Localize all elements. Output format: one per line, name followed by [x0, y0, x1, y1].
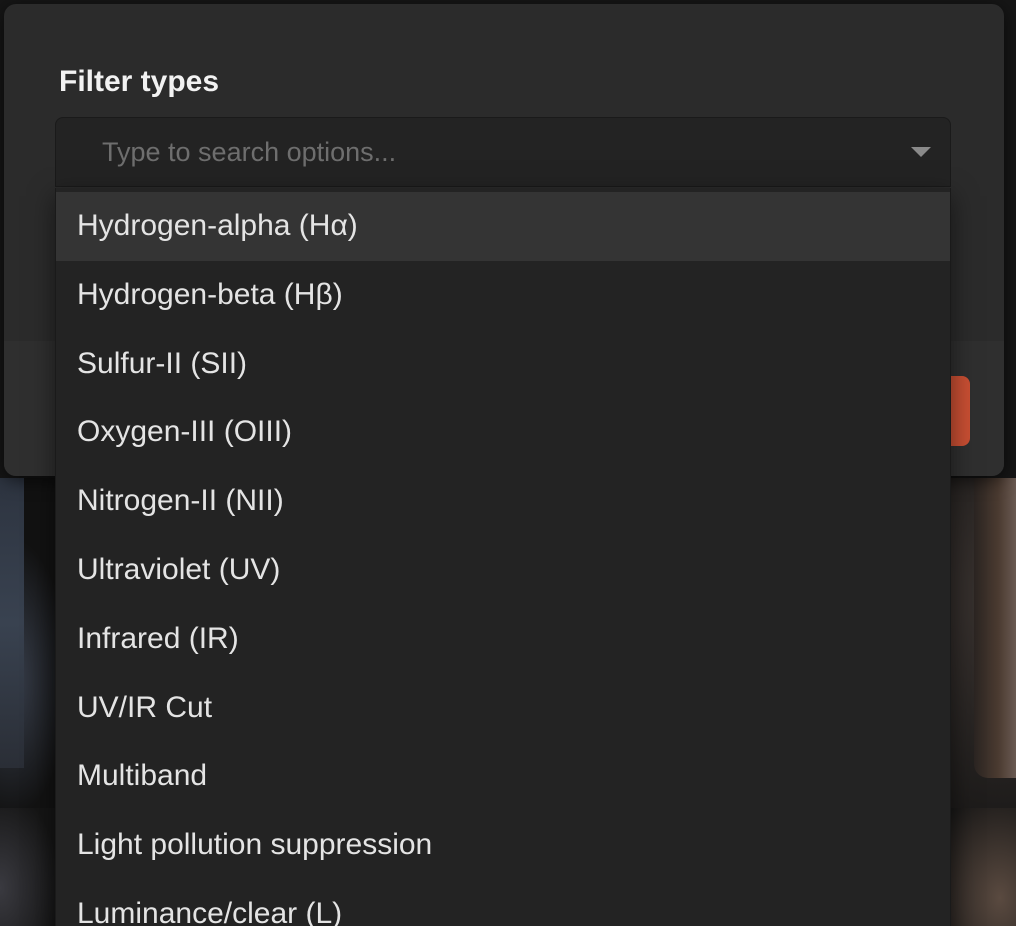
dropdown-option[interactable]: Luminance/clear (L): [56, 880, 950, 926]
options-dropdown: Hydrogen-alpha (Hα) Hydrogen-beta (Hβ) Sul…: [55, 188, 951, 926]
dropdown-option[interactable]: Ultraviolet (UV): [56, 536, 950, 605]
background-image-card-left[interactable]: [0, 478, 24, 768]
dropdown-option[interactable]: Hydrogen-alpha (Hα): [56, 192, 950, 261]
dropdown-option[interactable]: UV/IR Cut: [56, 674, 950, 743]
dropdown-option[interactable]: Sulfur-II (SII): [56, 330, 950, 399]
background-image-card-right[interactable]: [974, 478, 1016, 778]
dropdown-option[interactable]: Infrared (IR): [56, 605, 950, 674]
filter-types-select[interactable]: [55, 117, 951, 187]
dropdown-option[interactable]: Nitrogen-II (NII): [56, 467, 950, 536]
search-input[interactable]: [102, 132, 882, 172]
dropdown-option[interactable]: Hydrogen-beta (Hβ): [56, 261, 950, 330]
chevron-down-icon[interactable]: [911, 147, 931, 157]
dropdown-option[interactable]: Light pollution suppression: [56, 811, 950, 880]
dialog-title: Filter types: [59, 65, 220, 98]
dropdown-option[interactable]: Multiband: [56, 742, 950, 811]
dropdown-option[interactable]: Oxygen-III (OIII): [56, 398, 950, 467]
app-stage: Filter types Hydrogen-alpha (Hα)Hydrogen…: [0, 0, 1016, 926]
